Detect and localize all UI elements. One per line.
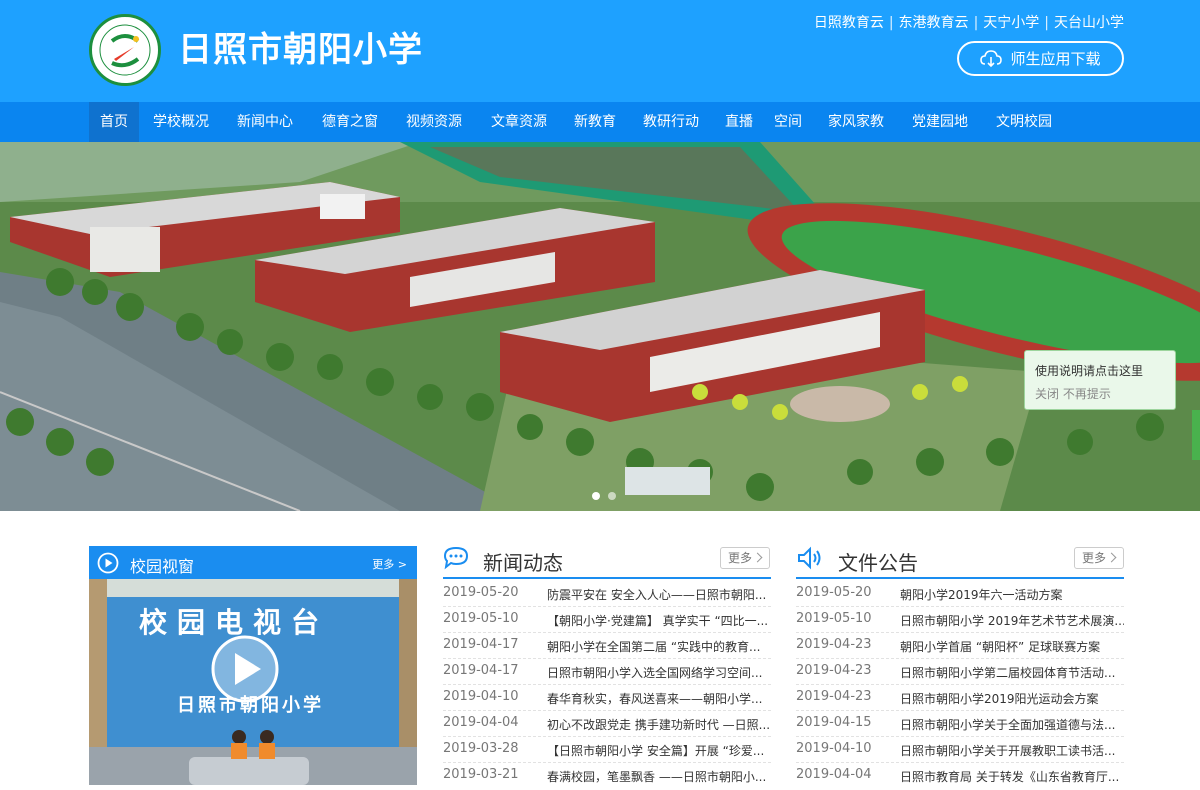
notice-list-item[interactable]: 2019-04-15 日照市朝阳小学关于全面加强道德与法...	[796, 711, 1124, 737]
notice-list-item[interactable]: 2019-04-23 朝阳小学首届 “朝阳杯” 足球联赛方案	[796, 633, 1124, 659]
news-date: 2019-05-10	[443, 611, 519, 626]
notice-list-item[interactable]: 2019-04-23 日照市朝阳小学第二届校园体育节活动...	[796, 659, 1124, 685]
notice-date: 2019-04-15	[796, 715, 872, 730]
notice-date: 2019-05-10	[796, 611, 872, 626]
campus-window-more-link[interactable]: 更多 >	[372, 556, 407, 572]
nav-item-party[interactable]: 党建园地	[904, 102, 976, 142]
notice-date: 2019-04-04	[796, 767, 872, 782]
news-title[interactable]: 【朝阳小学·党建篇】 真学实干 “四比一...	[547, 612, 771, 629]
banner-dot-1[interactable]	[592, 492, 600, 500]
news-list-item[interactable]: 2019-03-21 春满校园，笔墨飘香 ——日照市朝阳小...	[443, 763, 771, 789]
campus-window-title: 校园视窗	[130, 557, 195, 576]
notice-date: 2019-04-23	[796, 663, 872, 678]
notice-list-item[interactable]: 2019-05-20 朝阳小学2019年六一活动方案	[796, 581, 1124, 607]
nav-item-news-center[interactable]: 新闻中心	[229, 102, 301, 142]
notice-date: 2019-04-10	[796, 741, 872, 756]
news-title[interactable]: 春满校园，笔墨飘香 ——日照市朝阳小...	[547, 768, 771, 785]
news-date: 2019-05-20	[443, 585, 519, 600]
notices-panel-rule	[796, 577, 1124, 579]
news-panel-rule	[443, 577, 771, 579]
top-link-tiantaishan[interactable]: 天台山小学	[1054, 15, 1124, 31]
news-date: 2019-03-28	[443, 741, 519, 756]
nav-item-civil[interactable]: 文明校园	[988, 102, 1060, 142]
notices-more-button[interactable]: 更多	[1074, 547, 1124, 569]
news-list-item[interactable]: 2019-03-28 【日照市朝阳小学 安全篇】开展 “珍爱...	[443, 737, 771, 763]
play-circle-icon	[97, 552, 119, 574]
speaker-icon	[798, 546, 821, 570]
app-download-label: 师生应用下载	[1010, 50, 1101, 68]
news-list-item[interactable]: 2019-04-10 春华育秋实，春风送喜来——朝阳小学...	[443, 685, 771, 711]
news-title[interactable]: 日照市朝阳小学入选全国网络学习空间...	[547, 664, 771, 681]
news-list-item[interactable]: 2019-05-10 【朝阳小学·党建篇】 真学实干 “四比一...	[443, 607, 771, 633]
campus-tv-sign: 校园电视台	[139, 606, 330, 639]
nav-item-family[interactable]: 家风家教	[820, 102, 892, 142]
notice-title[interactable]: 朝阳小学首届 “朝阳杯” 足球联赛方案	[900, 638, 1124, 655]
notice-list-item[interactable]: 2019-04-10 日照市朝阳小学关于开展教职工读书活...	[796, 737, 1124, 763]
news-more-button[interactable]: 更多	[720, 547, 770, 569]
campus-aerial-image	[0, 142, 1200, 511]
top-links: 日照教育云 | 东港教育云 | 天宁小学 | 天台山小学	[813, 15, 1124, 31]
notice-title[interactable]: 日照市朝阳小学第二届校园体育节活动...	[900, 664, 1124, 681]
notice-list-item[interactable]: 2019-04-04 日照市教育局 关于转发《山东省教育厅...	[796, 763, 1124, 789]
top-link-tianning[interactable]: 天宁小学	[983, 15, 1039, 31]
nav-item-space[interactable]: 空间	[767, 102, 809, 142]
notice-list-item[interactable]: 2019-04-23 日照市朝阳小学2019阳光运动会方案	[796, 685, 1124, 711]
news-list-item[interactable]: 2019-04-04 初心不改跟党走 携手建功新时代 —日照...	[443, 711, 771, 737]
banner-dot-2[interactable]	[608, 492, 616, 500]
school-logo-icon[interactable]	[89, 14, 161, 86]
campus-banner[interactable]	[0, 142, 1200, 511]
news-list-item[interactable]: 2019-04-17 朝阳小学在全国第二届 “实践中的教育...	[443, 633, 771, 659]
news-date: 2019-04-04	[443, 715, 519, 730]
news-panel-title: 新闻动态	[483, 551, 563, 575]
nav-item-moral[interactable]: 德育之窗	[314, 102, 386, 142]
notice-list-item[interactable]: 2019-05-10 日照市朝阳小学 2019年艺术节艺术展演...	[796, 607, 1124, 633]
notice-title[interactable]: 朝阳小学2019年六一活动方案	[900, 586, 1124, 603]
side-float-tab[interactable]	[1192, 410, 1200, 460]
banner-dots	[592, 492, 616, 500]
app-download-button[interactable]: 师生应用下载	[957, 41, 1124, 76]
notice-title[interactable]: 日照市朝阳小学关于开展教职工读书活...	[900, 742, 1124, 759]
news-title[interactable]: 朝阳小学在全国第二届 “实践中的教育...	[547, 638, 771, 655]
notice-title[interactable]: 日照市朝阳小学关于全面加强道德与法...	[900, 716, 1124, 733]
notice-title[interactable]: 日照市朝阳小学2019阳光运动会方案	[900, 690, 1124, 707]
news-title[interactable]: 初心不改跟党走 携手建功新时代 —日照...	[547, 716, 771, 733]
news-list-item[interactable]: 2019-04-17 日照市朝阳小学入选全国网络学习空间...	[443, 659, 771, 685]
nav-item-video[interactable]: 视频资源	[398, 102, 470, 142]
chat-bubble-icon	[443, 546, 469, 570]
nav-item-live[interactable]: 直播	[718, 102, 760, 142]
school-title: 日照市朝阳小学	[178, 30, 423, 70]
campus-video[interactable]: 校园电视台 日照市朝阳小学	[89, 579, 417, 785]
help-tooltip: 使用说明请点击这里 关闭 不再提示	[1024, 350, 1176, 410]
cloud-download-icon	[980, 49, 1003, 67]
news-date: 2019-04-17	[443, 663, 519, 678]
news-date: 2019-04-10	[443, 689, 519, 704]
news-date: 2019-04-17	[443, 637, 519, 652]
campus-desk-text: 日照市朝阳小学	[177, 695, 324, 716]
help-tooltip-link[interactable]: 使用说明请点击这里	[1035, 362, 1143, 379]
news-title[interactable]: 春华育秋实，春风送喜来——朝阳小学...	[547, 690, 771, 707]
notice-date: 2019-04-23	[796, 637, 872, 652]
site-header: 日照市朝阳小学 日照教育云 | 东港教育云 | 天宁小学 | 天台山小学 师生应用下载	[0, 0, 1200, 102]
top-link-donggang-cloud[interactable]: 东港教育云	[899, 15, 969, 31]
notice-date: 2019-04-23	[796, 689, 872, 704]
news-title[interactable]: 防震平安在 安全入人心——日照市朝阳...	[547, 586, 771, 603]
nav-item-overview[interactable]: 学校概况	[145, 102, 217, 142]
help-tooltip-close[interactable]: 关闭 不再提示	[1035, 385, 1111, 402]
news-date: 2019-03-21	[443, 767, 519, 782]
top-link-rizhao-cloud[interactable]: 日照教育云	[814, 15, 884, 31]
campus-window-header: 校园视窗 更多 >	[89, 546, 417, 579]
notices-panel-title: 文件公告	[838, 551, 918, 575]
nav-item-research[interactable]: 教研行动	[635, 102, 707, 142]
notice-date: 2019-05-20	[796, 585, 872, 600]
nav-item-articles[interactable]: 文章资源	[483, 102, 555, 142]
nav-item-home[interactable]: 首页	[89, 102, 139, 142]
news-title[interactable]: 【日照市朝阳小学 安全篇】开展 “珍爱...	[547, 742, 771, 759]
news-list-item[interactable]: 2019-05-20 防震平安在 安全入人心——日照市朝阳...	[443, 581, 771, 607]
main-nav: 首页 学校概况 新闻中心 德育之窗 视频资源 文章资源 新教育 教研行动 直播 …	[0, 102, 1200, 142]
notice-title[interactable]: 日照市教育局 关于转发《山东省教育厅...	[900, 768, 1124, 785]
notice-title[interactable]: 日照市朝阳小学 2019年艺术节艺术展演...	[900, 612, 1124, 629]
nav-item-new-education[interactable]: 新教育	[567, 102, 623, 142]
